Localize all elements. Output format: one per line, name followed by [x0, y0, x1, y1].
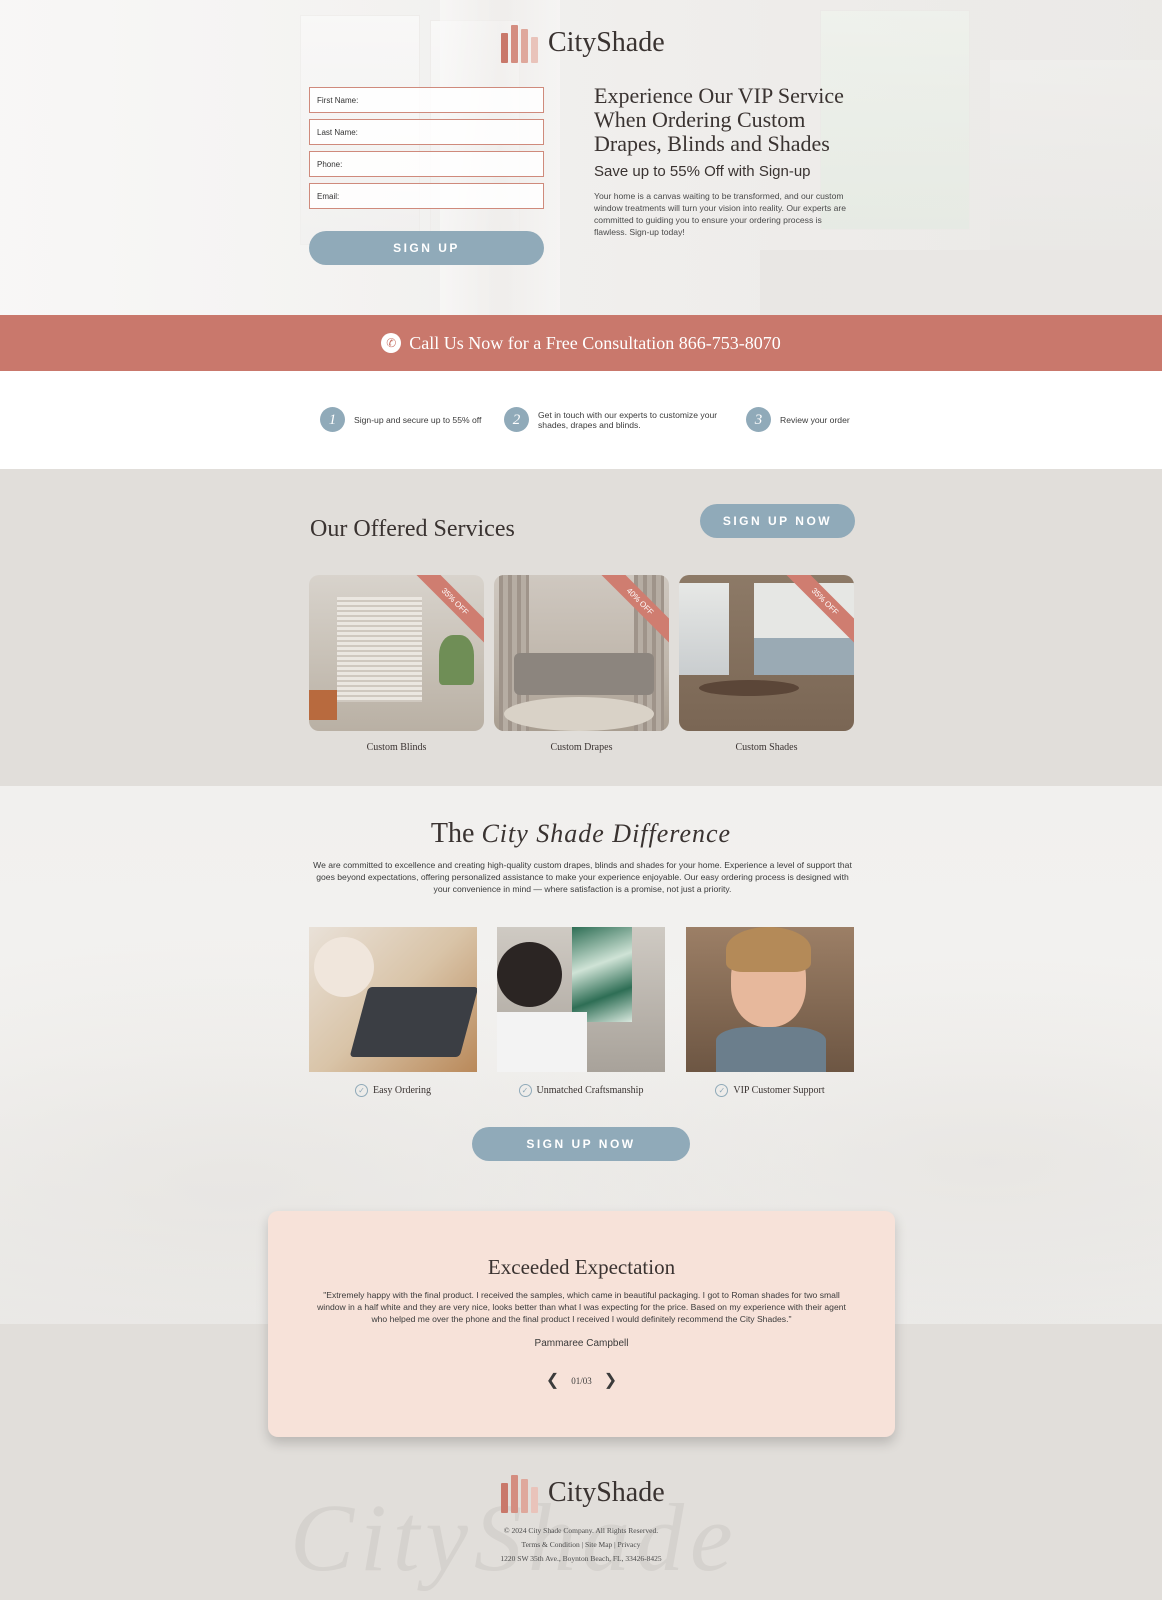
copyright: © 2024 City Shade Company. All Rights Re…: [503, 1526, 659, 1535]
call-to-action-bar[interactable]: ✆ Call Us Now for a Free Consultation 86…: [0, 315, 1162, 371]
signup-form: First Name: Last Name: Phone: Email: SIG…: [309, 87, 544, 265]
step-2: 2 Get in touch with our experts to custo…: [504, 407, 718, 432]
phone-field[interactable]: Phone:: [309, 151, 544, 177]
shade-window: [679, 583, 729, 675]
phone-icon: ✆: [381, 333, 402, 353]
footer: CityShade CityShade © 2024 City Shade Co…: [0, 1437, 1162, 1600]
check-circle-icon: ✓: [354, 1084, 368, 1097]
service-card-blinds[interactable]: 35% OFF Custom Blinds: [309, 575, 484, 753]
hero-headline: Experience Our VIP Service When Ordering…: [594, 83, 844, 156]
shade-window: [754, 583, 854, 675]
brand-logo[interactable]: CityShade: [501, 23, 665, 63]
logo-mark-icon: [501, 1473, 538, 1513]
sign-up-now-button-2[interactable]: SIGN UP NOW: [472, 1127, 690, 1161]
feature-caption: ✓ VIP Customer Support: [686, 1084, 854, 1097]
service-label[interactable]: Custom Drapes: [494, 742, 669, 753]
service-card-drapes[interactable]: 40% OFF Custom Drapes: [494, 575, 669, 753]
rug: [504, 697, 654, 731]
step-text: Sign-up and secure up to 55% off: [354, 414, 482, 425]
fabric-shade: [572, 927, 632, 1022]
drapes-photo: 40% OFF: [494, 575, 669, 731]
feature-label: Easy Ordering: [372, 1085, 432, 1096]
brand-name: CityShade: [548, 1477, 665, 1508]
person-shirt: [497, 1012, 587, 1072]
page-indicator: 01/03: [571, 1376, 592, 1386]
step-number: 2: [504, 407, 529, 432]
step-text: Review your order: [780, 414, 850, 425]
sofa: [514, 653, 654, 695]
testimonial-card: Exceeded Expectation "Extremely happy wi…: [268, 1211, 895, 1437]
hero-subheadline: Save up to 55% Off with Sign-up: [594, 163, 811, 180]
service-label[interactable]: Custom Blinds: [309, 742, 484, 753]
difference-title-script: City Shade Difference: [481, 819, 732, 848]
step-text: Get in touch with our experts to customi…: [538, 409, 718, 430]
person-hair: [497, 942, 562, 1007]
email-field[interactable]: Email:: [309, 183, 544, 209]
last-name-field[interactable]: Last Name:: [309, 119, 544, 145]
testimonial-pager: ❮ 01/03 ❯: [268, 1373, 895, 1389]
testimonial-quote: "Extremely happy with the final product.…: [317, 1290, 846, 1324]
service-card-shades[interactable]: 35% OFF Custom Shades: [679, 575, 854, 753]
check-circle-icon: ✓: [518, 1084, 532, 1097]
dining-table: [699, 680, 799, 696]
steps-section: 1 Sign-up and secure up to 55% off 2 Get…: [0, 371, 1162, 469]
feature-craftsmanship: ✓ Unmatched Craftsmanship: [497, 927, 665, 1097]
difference-title-prefix: The: [430, 818, 475, 849]
feature-easy-ordering: ✓ Easy Ordering: [309, 927, 477, 1097]
testimonial-author: Pammaree Campbell: [534, 1338, 629, 1349]
testimonial-title: Exceeded Expectation: [487, 1255, 676, 1279]
feature-label: Unmatched Craftsmanship: [536, 1085, 644, 1096]
services-section: Our Offered Services SIGN UP NOW 35% OFF…: [0, 469, 1162, 786]
call-us-text[interactable]: Call Us Now for a Free Consultation 866-…: [409, 333, 780, 354]
agent-top: [716, 1027, 826, 1072]
support-photo: [686, 927, 854, 1072]
brand-name: CityShade: [548, 27, 665, 58]
feature-vip-support: ✓ VIP Customer Support: [686, 927, 854, 1097]
difference-body: We are committed to excellence and creat…: [313, 860, 852, 894]
footer-text: © 2024 City Shade Company. All Rights Re…: [0, 1524, 1162, 1566]
footer-links[interactable]: Terms & Condition | Site Map | Privacy: [0, 1538, 1162, 1552]
laptop: [349, 987, 477, 1057]
sign-up-button[interactable]: SIGN UP: [309, 231, 544, 265]
first-name-field[interactable]: First Name:: [309, 87, 544, 113]
blinds-photo: 35% OFF: [309, 575, 484, 731]
hero-section: CityShade First Name: Last Name: Phone: …: [0, 0, 1162, 315]
agent-hair: [726, 927, 811, 972]
sign-up-now-button[interactable]: SIGN UP NOW: [700, 504, 855, 538]
services-title: Our Offered Services: [310, 516, 515, 542]
check-circle-icon: ✓: [715, 1084, 729, 1097]
plant: [439, 635, 474, 685]
hero-copy: Experience Our VIP Service When Ordering…: [594, 84, 854, 238]
shades-photo: 35% OFF: [679, 575, 854, 731]
feature-caption: ✓ Unmatched Craftsmanship: [497, 1084, 665, 1097]
address: 1220 SW 35th Ave., Boynton Beach, FL, 33…: [500, 1554, 662, 1563]
craftsmanship-photo: [497, 927, 665, 1072]
sofa-chair: [309, 690, 337, 720]
chevron-left-icon[interactable]: ❮: [546, 1373, 559, 1389]
service-label[interactable]: Custom Shades: [679, 742, 854, 753]
laptop-photo: [309, 927, 477, 1072]
person-sweater: [314, 937, 374, 997]
step-number: 1: [320, 407, 345, 432]
chevron-right-icon[interactable]: ❯: [604, 1373, 617, 1389]
hero-body: Your home is a canvas waiting to be tran…: [594, 191, 847, 237]
footer-logo[interactable]: CityShade: [501, 1473, 665, 1513]
feature-label: VIP Customer Support: [733, 1085, 825, 1096]
feature-caption: ✓ Easy Ordering: [309, 1084, 477, 1097]
logo-mark-icon: [501, 23, 538, 63]
step-3: 3 Review your order: [746, 407, 870, 432]
step-number: 3: [746, 407, 771, 432]
difference-title: The City Shade Difference: [0, 818, 1162, 850]
blinds-window: [337, 597, 422, 702]
step-1: 1 Sign-up and secure up to 55% off: [320, 407, 489, 432]
